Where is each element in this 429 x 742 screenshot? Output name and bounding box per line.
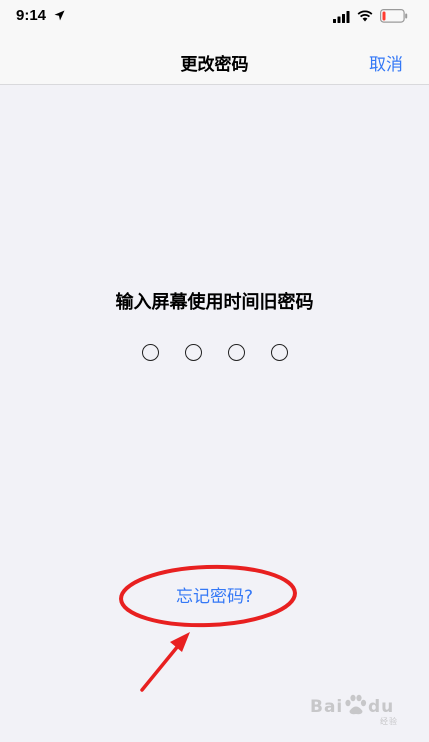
cellular-signal-icon	[333, 11, 350, 23]
passcode-digit-circle	[184, 344, 202, 361]
annotation-arrow-shaft	[140, 644, 180, 692]
annotation-arrow-head	[170, 632, 190, 652]
wifi-icon	[357, 10, 373, 22]
navigation-bar: 更改密码 取消	[0, 36, 429, 85]
watermark-du: du	[368, 697, 395, 717]
passcode-prompt: 输入屏幕使用时间旧密码	[115, 292, 314, 313]
watermark-sub: 经验	[380, 717, 398, 726]
cancel-button[interactable]: 取消	[369, 50, 403, 75]
passcode-digit-circle	[227, 344, 245, 361]
location-arrow-icon	[54, 10, 65, 21]
battery-low-icon	[380, 9, 408, 23]
paw-icon	[345, 694, 367, 715]
forgot-passcode-link[interactable]: 忘记密码?	[0, 582, 429, 607]
passcode-input[interactable]	[0, 344, 429, 361]
watermark-bai: Bai	[310, 697, 344, 717]
page-title: 更改密码	[180, 55, 249, 75]
annotation-overlay	[119, 564, 297, 692]
passcode-digit-circle	[141, 344, 159, 361]
status-time: 9:14	[16, 7, 47, 24]
passcode-digit-circle	[270, 344, 288, 361]
status-bar: 9:14	[0, 0, 429, 36]
baidu-watermark: Bai du 经验	[310, 694, 415, 726]
